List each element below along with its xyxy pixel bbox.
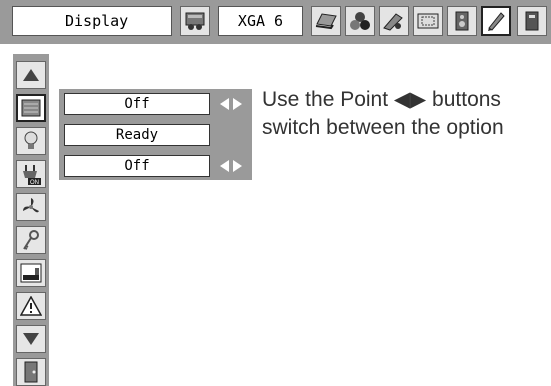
speaker-icon[interactable]	[447, 6, 477, 36]
info-icon[interactable]	[517, 6, 547, 36]
fan-icon[interactable]	[16, 193, 46, 221]
svg-text:ON: ON	[30, 180, 39, 185]
screen-size-icon[interactable]	[413, 6, 443, 36]
options-panel: Off Ready Off	[59, 89, 252, 180]
input-source-field: XGA 6	[218, 6, 303, 36]
down-arrow-icon[interactable]	[16, 325, 46, 353]
option-value-3[interactable]: Off	[64, 155, 210, 177]
image-adjust-icon[interactable]	[379, 6, 409, 36]
left-right-arrows-icon[interactable]	[216, 155, 246, 177]
menu-title: Display	[65, 12, 129, 30]
menu-title-field: Display	[12, 6, 172, 36]
left-right-arrows-icon[interactable]	[216, 93, 246, 115]
up-arrow-icon[interactable]	[16, 61, 46, 89]
color-balls-icon[interactable]	[345, 6, 375, 36]
sidebar-menu: ON	[13, 54, 49, 386]
option-value-1[interactable]: Off	[64, 93, 210, 115]
key-icon[interactable]	[16, 226, 46, 254]
top-menu-bar: Display XGA 6	[0, 0, 551, 44]
laptop-icon[interactable]	[311, 6, 341, 36]
power-on-icon[interactable]: ON	[16, 160, 46, 188]
display-icon[interactable]	[16, 94, 46, 122]
help-line-1: Use the Point ◀▶ buttons	[262, 88, 501, 111]
input-source: XGA 6	[237, 12, 284, 30]
help-line-2: switch between the option	[262, 116, 504, 139]
setting-pen-icon[interactable]	[481, 6, 511, 36]
projector-settings-icon[interactable]	[180, 6, 210, 36]
exit-icon[interactable]	[16, 358, 46, 386]
help-text: Use the Point ◀▶ buttons switch between …	[262, 86, 551, 142]
warning-icon[interactable]	[16, 292, 46, 320]
option-value-2[interactable]: Ready	[64, 124, 210, 146]
lamp-icon[interactable]	[16, 127, 46, 155]
screen-icon[interactable]	[16, 259, 46, 287]
